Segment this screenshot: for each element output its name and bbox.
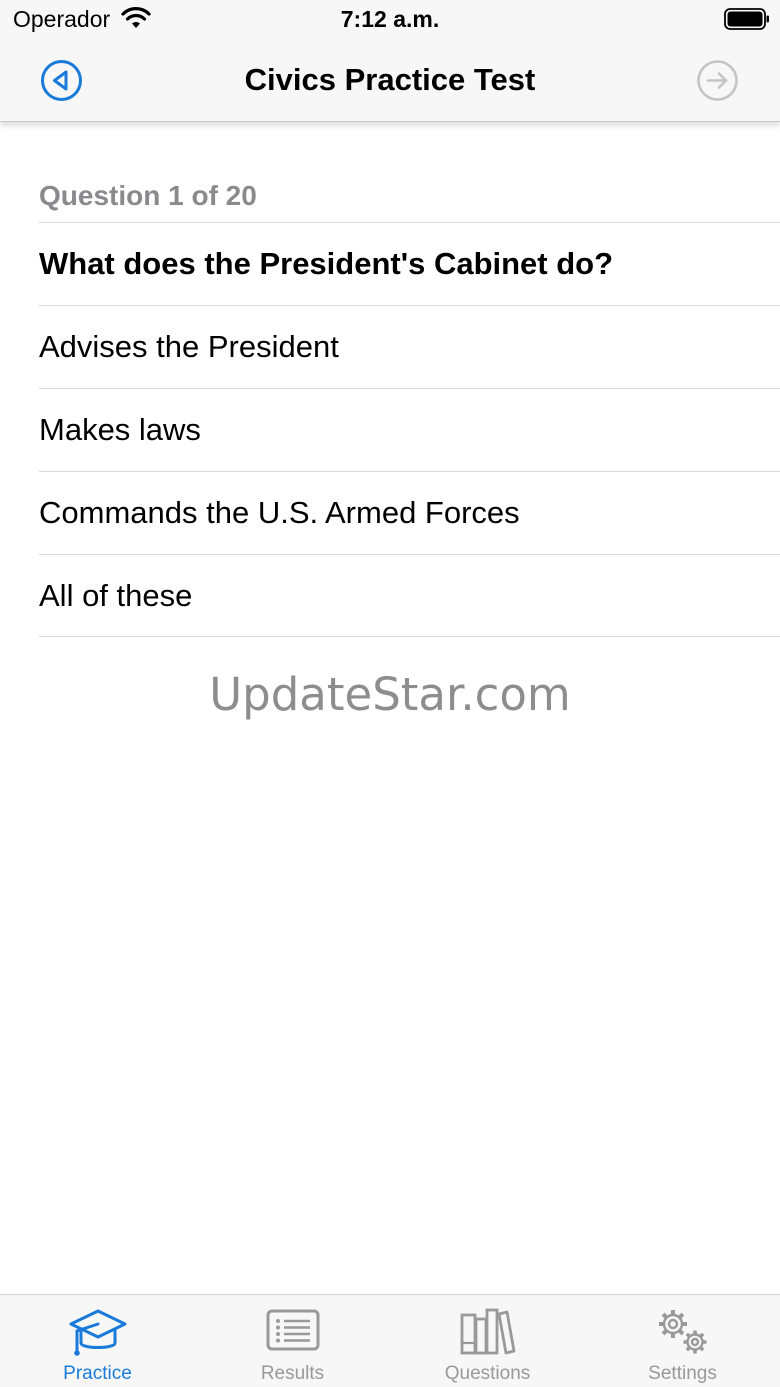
list-icon — [266, 1309, 319, 1351]
tab-bar: Practice Results Questions Settings — [0, 1294, 780, 1387]
tab-label: Results — [260, 1363, 325, 1384]
tab-label: Practice — [63, 1363, 132, 1384]
gears-icon — [658, 1310, 706, 1354]
status-time: 7:12 a.m. — [340, 6, 440, 32]
page-title: Civics Practice Test — [244, 62, 536, 97]
graduation-cap-icon — [69, 1309, 126, 1356]
answer-option[interactable]: All of these — [39, 554, 780, 637]
books-icon — [460, 1308, 515, 1355]
answer-option[interactable]: Makes laws — [39, 388, 780, 471]
tab-settings[interactable]: Settings — [585, 1295, 780, 1387]
next-button[interactable] — [696, 59, 739, 102]
answer-option[interactable]: Advises the President — [39, 305, 780, 388]
battery-icon — [724, 8, 769, 30]
tab-results[interactable]: Results — [195, 1295, 390, 1387]
question-text: What does the President's Cabinet do? — [39, 222, 780, 305]
tab-label: Questions — [444, 1363, 531, 1384]
watermark: UpdateStar.com — [209, 668, 571, 721]
navigation-bar: Civics Practice Test — [0, 40, 780, 122]
tab-questions[interactable]: Questions — [390, 1295, 585, 1387]
status-bar: Operador 7:12 a.m. — [0, 0, 780, 40]
tab-label: Settings — [648, 1363, 717, 1384]
answer-option[interactable]: Commands the U.S. Armed Forces — [39, 471, 780, 554]
question-counter: Question 1 of 20 — [39, 180, 257, 211]
tab-practice[interactable]: Practice — [0, 1295, 195, 1387]
